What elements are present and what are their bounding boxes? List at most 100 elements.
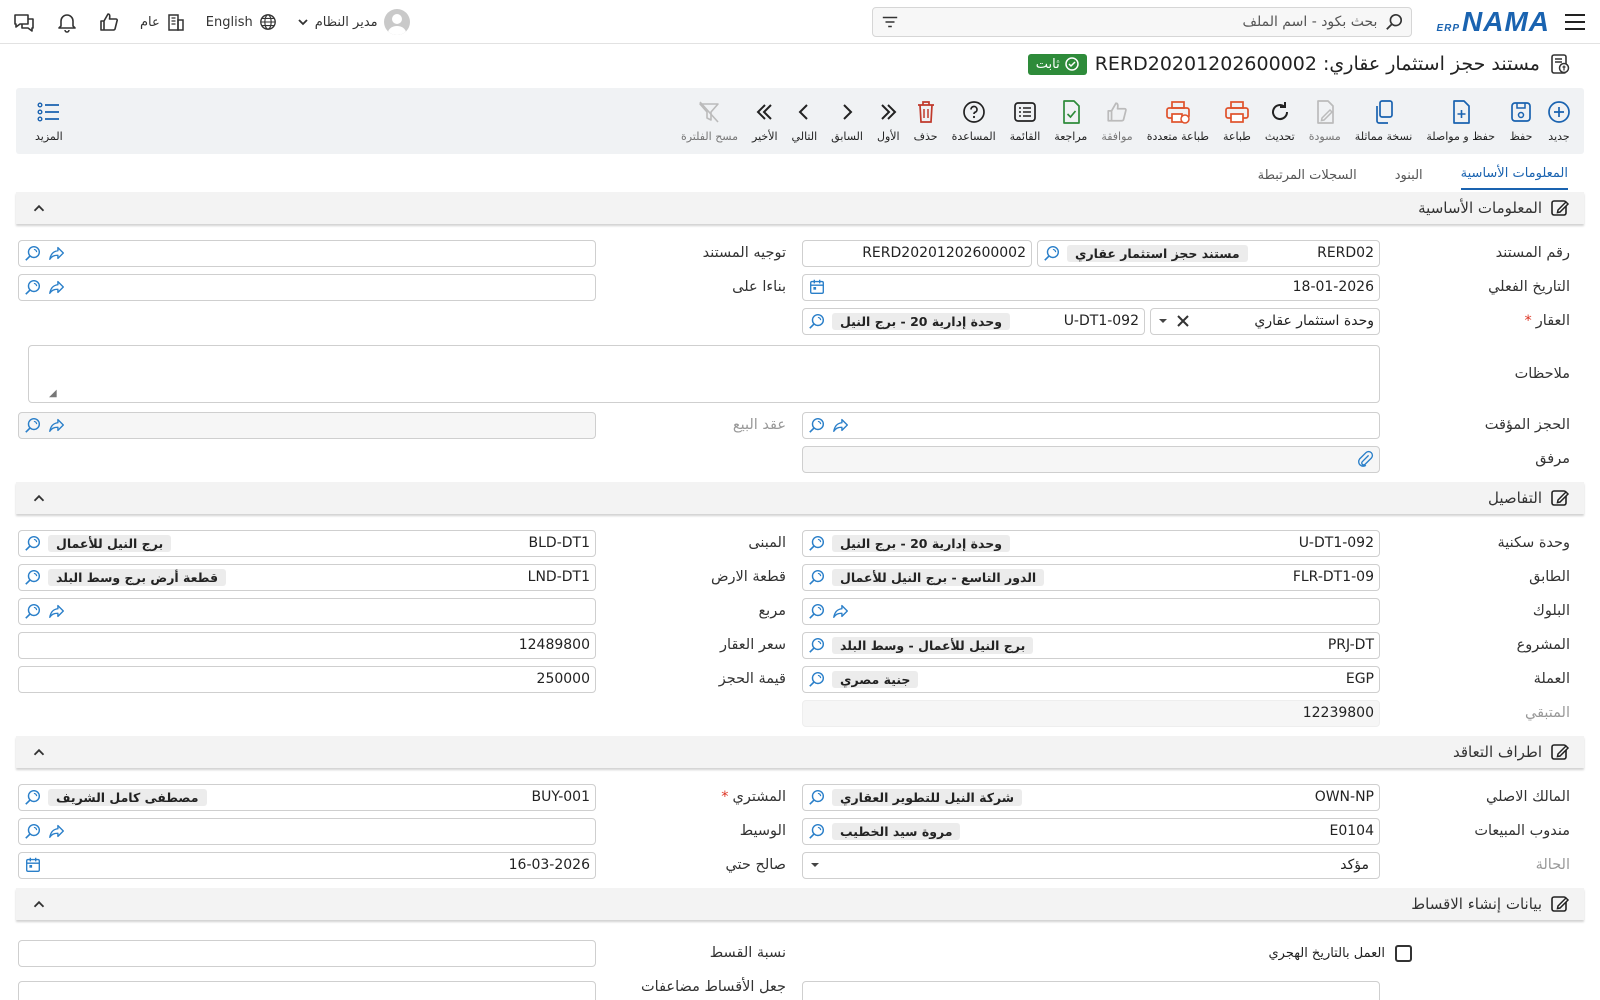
broker-field[interactable] (18, 817, 596, 845)
property-field[interactable]: U-DT1-092 وحدة إدارية 20 - برج النيل (802, 307, 1145, 335)
chat-icon[interactable] (12, 11, 36, 33)
review-button[interactable]: مراجعة (1047, 93, 1094, 149)
next-button[interactable]: التالي (785, 93, 825, 149)
lookup-icon[interactable] (24, 244, 42, 262)
multiples-field[interactable] (18, 980, 596, 1000)
lookup-icon[interactable] (808, 312, 826, 330)
duplicate-button[interactable]: نسخة مماثلة (1348, 93, 1420, 149)
doc-type-field[interactable]: RERD02 مستند حجز استثمار عقاري (1037, 239, 1380, 267)
multiples-select[interactable] (802, 980, 1380, 1000)
share-icon[interactable] (48, 822, 66, 840)
land-field[interactable]: LND-DT1 قطعة أرض برج وسط البلد (18, 563, 596, 591)
clear-filter-button[interactable]: مسح الفلترة (674, 93, 745, 149)
clear-icon[interactable] (1176, 314, 1190, 328)
lookup-icon[interactable] (24, 534, 42, 552)
share-icon[interactable] (832, 602, 850, 620)
lookup-icon[interactable] (24, 568, 42, 586)
search-input[interactable] (907, 13, 1378, 30)
hijri-checkbox[interactable] (1395, 944, 1412, 962)
price-field[interactable]: 12489800 (18, 631, 596, 659)
lookup-icon[interactable] (24, 602, 42, 620)
hijri-checkbox-row[interactable]: العمل بالتاريخ الهجري (800, 936, 1584, 970)
first-button[interactable]: الأول (870, 93, 907, 149)
bell-icon[interactable] (56, 11, 78, 33)
lookup-icon[interactable] (24, 788, 42, 806)
like-icon[interactable] (98, 11, 120, 33)
block-field[interactable] (802, 597, 1380, 625)
share-icon[interactable] (48, 416, 66, 434)
collapse-icon[interactable] (30, 489, 48, 507)
collapse-icon[interactable] (30, 743, 48, 761)
sales-rep-field[interactable]: E0104 مروة سيد الخطيب (802, 817, 1380, 845)
section-header-installments[interactable]: بيانات إنشاء الاقساط (16, 888, 1584, 920)
lookup-icon[interactable] (808, 636, 826, 654)
doc-no-field[interactable]: RERD20201202600002 (802, 239, 1032, 267)
share-icon[interactable] (48, 602, 66, 620)
refresh-button[interactable]: تحديث (1258, 93, 1302, 149)
lookup-icon[interactable] (808, 788, 826, 806)
ratio-field[interactable] (18, 939, 596, 967)
share-icon[interactable] (832, 416, 850, 434)
lookup-icon[interactable] (24, 822, 42, 840)
section-header-details[interactable]: التفاصيل (16, 482, 1584, 514)
approve-button[interactable]: موافقة (1094, 93, 1139, 149)
project-field[interactable]: PRJ-DT برج النيل للأعمال - وسط البلد (802, 631, 1380, 659)
notes-textarea[interactable]: ◢ (28, 345, 1380, 403)
paperclip-icon[interactable] (1356, 450, 1374, 468)
lookup-icon[interactable] (24, 278, 42, 296)
logo[interactable]: NAMA ERP (1436, 7, 1550, 36)
lookup-icon[interactable] (808, 670, 826, 688)
search-icon[interactable] (1385, 13, 1403, 31)
lookup-icon[interactable] (808, 822, 826, 840)
last-button[interactable]: الأخير (745, 93, 785, 149)
more-button[interactable]: المزيد (28, 93, 70, 149)
share-icon[interactable] (48, 278, 66, 296)
building-field[interactable]: BLD-DT1 برج النيل للأعمال (18, 529, 596, 557)
doc-direction-field[interactable] (18, 239, 596, 267)
booking-value-field[interactable]: 250000 (18, 665, 596, 693)
menu-icon[interactable] (1562, 9, 1588, 35)
tab-items[interactable]: البنود (1395, 168, 1423, 190)
lookup-icon[interactable] (808, 416, 826, 434)
section-header-parties[interactable]: اطراف التعاقد (16, 736, 1584, 768)
square-field[interactable] (18, 597, 596, 625)
previous-button[interactable]: السابق (824, 93, 870, 149)
property-type-select[interactable]: وحدة استثمار عقاري (1150, 307, 1380, 335)
floor-field[interactable]: FLR-DT1-09 الدور التاسع - برج النيل للأعم… (802, 563, 1380, 591)
calendar-icon[interactable] (24, 856, 42, 874)
delete-button[interactable]: حذف (907, 93, 945, 149)
unit-field[interactable]: U-DT1-092 وحدة إدارية 20 - برج النيل (802, 529, 1380, 557)
draft-button[interactable]: مسودة (1302, 93, 1348, 149)
chevron-down-icon[interactable] (1156, 314, 1170, 328)
resize-handle-icon[interactable]: ◢ (49, 388, 57, 399)
owner-field[interactable]: OWN-NP شركة النيل للتطوير العقاري (802, 783, 1380, 811)
new-button[interactable]: جديد (1540, 93, 1578, 149)
list-button[interactable]: القائمة (1003, 93, 1048, 149)
lookup-icon[interactable] (808, 602, 826, 620)
collapse-icon[interactable] (30, 199, 48, 217)
lookup-icon[interactable] (1043, 244, 1061, 262)
help-button[interactable]: المساعدة (945, 93, 1003, 149)
valid-until-field[interactable]: 16-03-2026 (18, 851, 596, 879)
multi-print-button[interactable]: طباعة متعددة (1140, 93, 1216, 149)
branch-switch[interactable]: عام (140, 12, 186, 32)
save-continue-button[interactable]: حفظ و مواصلة (1419, 93, 1502, 149)
print-button[interactable]: طباعة (1216, 93, 1258, 149)
user-menu[interactable]: مدير النظام (297, 9, 410, 35)
language-switch[interactable]: English (206, 13, 277, 31)
actual-date-field[interactable]: 18-01-2026 (802, 273, 1380, 301)
based-on-field[interactable] (18, 273, 596, 301)
lookup-icon[interactable] (808, 534, 826, 552)
chevron-down-icon[interactable] (808, 858, 822, 872)
calendar-icon[interactable] (808, 278, 826, 296)
attachment-field[interactable] (802, 445, 1380, 473)
tab-related-records[interactable]: السجلات المرتبطة (1258, 168, 1357, 190)
temp-booking-field[interactable] (802, 411, 1380, 439)
save-button[interactable]: حفظ (1502, 93, 1540, 149)
section-header-basic[interactable]: المعلومات الأساسية (16, 192, 1584, 224)
lookup-icon[interactable] (808, 568, 826, 586)
currency-field[interactable]: EGP جنية مصري (802, 665, 1380, 693)
collapse-icon[interactable] (30, 895, 48, 913)
tab-basic-info[interactable]: المعلومات الأساسية (1460, 166, 1568, 190)
lookup-icon[interactable] (24, 416, 42, 434)
